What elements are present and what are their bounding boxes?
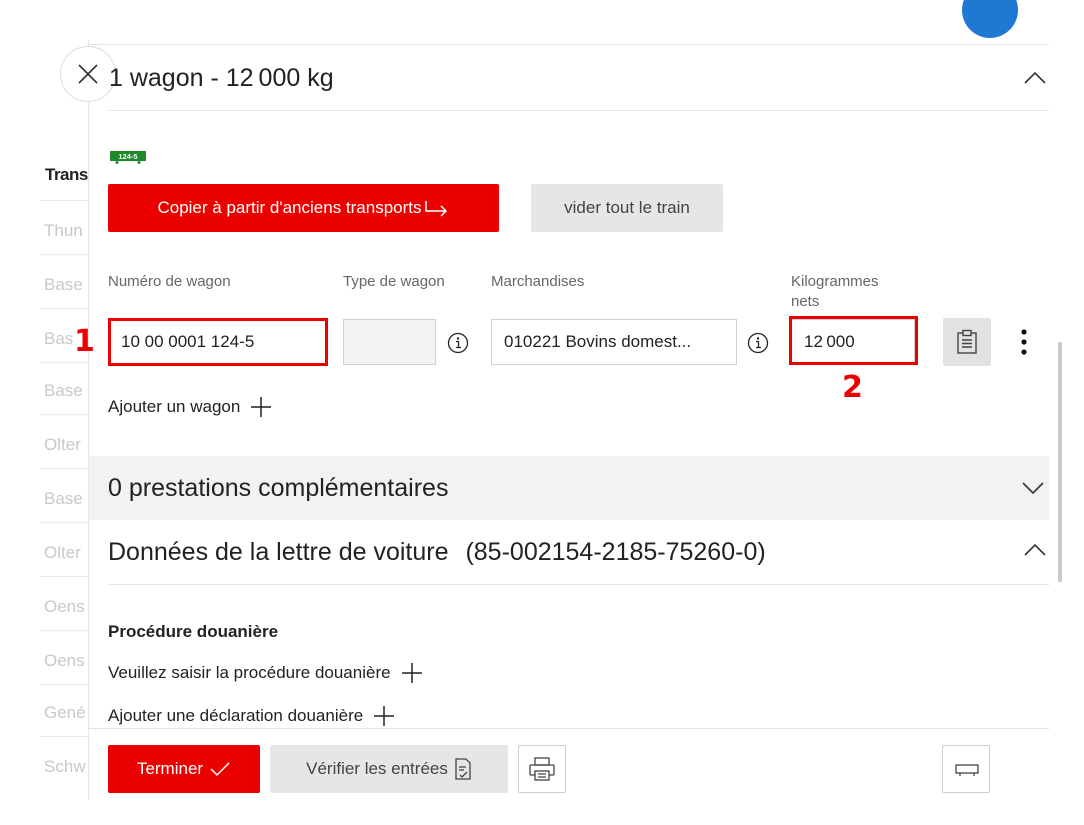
highlight-box-2 xyxy=(789,316,918,365)
chevron-down-icon[interactable] xyxy=(1021,480,1045,496)
enter-customs-button[interactable]: Veuillez saisir la procédure douanière xyxy=(108,662,423,684)
copy-transports-label: Copier à partir d'anciens transports xyxy=(157,198,422,217)
wagon-badge-label: 124-5 xyxy=(118,152,137,161)
finish-button[interactable]: Terminer xyxy=(108,745,260,793)
background-row[interactable]: Base xyxy=(44,275,94,295)
plus-icon xyxy=(374,706,395,726)
background-row[interactable]: Olter xyxy=(44,435,94,455)
background-row[interactable]: Base xyxy=(44,381,94,401)
print-button[interactable] xyxy=(518,745,566,793)
background-row[interactable]: Base xyxy=(44,489,94,509)
background-row[interactable]: Gené xyxy=(44,703,94,723)
waybill-number: (85-002154-2185-75260-0) xyxy=(465,538,766,566)
more-options-icon[interactable] xyxy=(1018,328,1030,358)
clipboard-button[interactable] xyxy=(943,318,991,366)
background-list: Trans Thun Base Bas Base Olter Base Olte… xyxy=(0,0,100,825)
goods-input[interactable]: 010221 Bovins domest... xyxy=(491,319,737,365)
finish-label: Terminer xyxy=(136,759,204,778)
wagon-icon: 124-5 xyxy=(110,151,146,164)
detail-panel xyxy=(88,40,1067,800)
callout-1: 1 xyxy=(74,324,95,359)
background-row[interactable]: Oens xyxy=(44,651,94,671)
chevron-up-icon[interactable] xyxy=(1023,542,1047,558)
info-icon[interactable] xyxy=(447,332,469,354)
scrollbar[interactable] xyxy=(1058,342,1062,582)
plus-icon xyxy=(251,397,272,417)
copy-transports-button[interactable]: Copier à partir d'anciens transports xyxy=(108,184,499,232)
plus-icon xyxy=(401,663,422,683)
verify-entries-button[interactable]: Vérifier les entrées xyxy=(270,745,508,793)
close-button[interactable] xyxy=(60,46,116,102)
waybill-section-title[interactable]: Données de la lettre de voiture (85-0021… xyxy=(108,538,766,567)
background-list-header: Trans xyxy=(45,165,88,184)
enter-customs-label: Veuillez saisir la procédure douanière xyxy=(108,663,391,682)
arrow-turn-icon xyxy=(424,201,447,217)
wagon-number-label: Numéro de wagon xyxy=(108,273,231,290)
close-icon xyxy=(78,64,98,84)
background-row[interactable]: Oens xyxy=(44,597,94,617)
chevron-up-icon[interactable] xyxy=(1023,70,1047,86)
background-row[interactable]: Schw xyxy=(44,757,94,777)
user-avatar[interactable] xyxy=(962,0,1018,38)
net-kg-label: Kilogrammes nets xyxy=(791,273,879,310)
background-row[interactable]: Olter xyxy=(44,543,94,563)
background-row[interactable]: Thun xyxy=(44,221,94,241)
add-declaration-label: Ajouter une déclaration douanière xyxy=(108,706,364,725)
wagon-view-button[interactable] xyxy=(942,745,990,793)
verify-entries-label: Vérifier les entrées xyxy=(306,759,448,778)
highlight-box-1 xyxy=(108,318,328,366)
document-check-icon xyxy=(455,758,471,780)
clear-train-button[interactable]: vider tout le train xyxy=(531,184,723,232)
wagon-type-input[interactable] xyxy=(343,319,436,365)
printer-icon xyxy=(529,757,555,781)
customs-heading: Procédure douanière xyxy=(108,622,279,641)
add-declaration-button[interactable]: Ajouter une déclaration douanière xyxy=(108,705,395,727)
checkmark-icon xyxy=(210,762,230,777)
info-icon[interactable] xyxy=(747,332,769,354)
services-section-title[interactable]: 0 prestations complémentaires xyxy=(108,474,448,503)
wagon-type-label: Type de wagon xyxy=(343,273,445,290)
add-wagon-label: Ajouter un wagon xyxy=(108,397,241,416)
clipboard-icon xyxy=(957,329,977,354)
wagon-outline-icon xyxy=(955,764,979,776)
goods-label: Marchandises xyxy=(491,273,585,290)
callout-2: 2 xyxy=(842,370,863,405)
add-wagon-button[interactable]: Ajouter un wagon xyxy=(108,396,272,418)
wagon-section-title[interactable]: 1 wagon - 12 000 kg xyxy=(109,64,334,93)
